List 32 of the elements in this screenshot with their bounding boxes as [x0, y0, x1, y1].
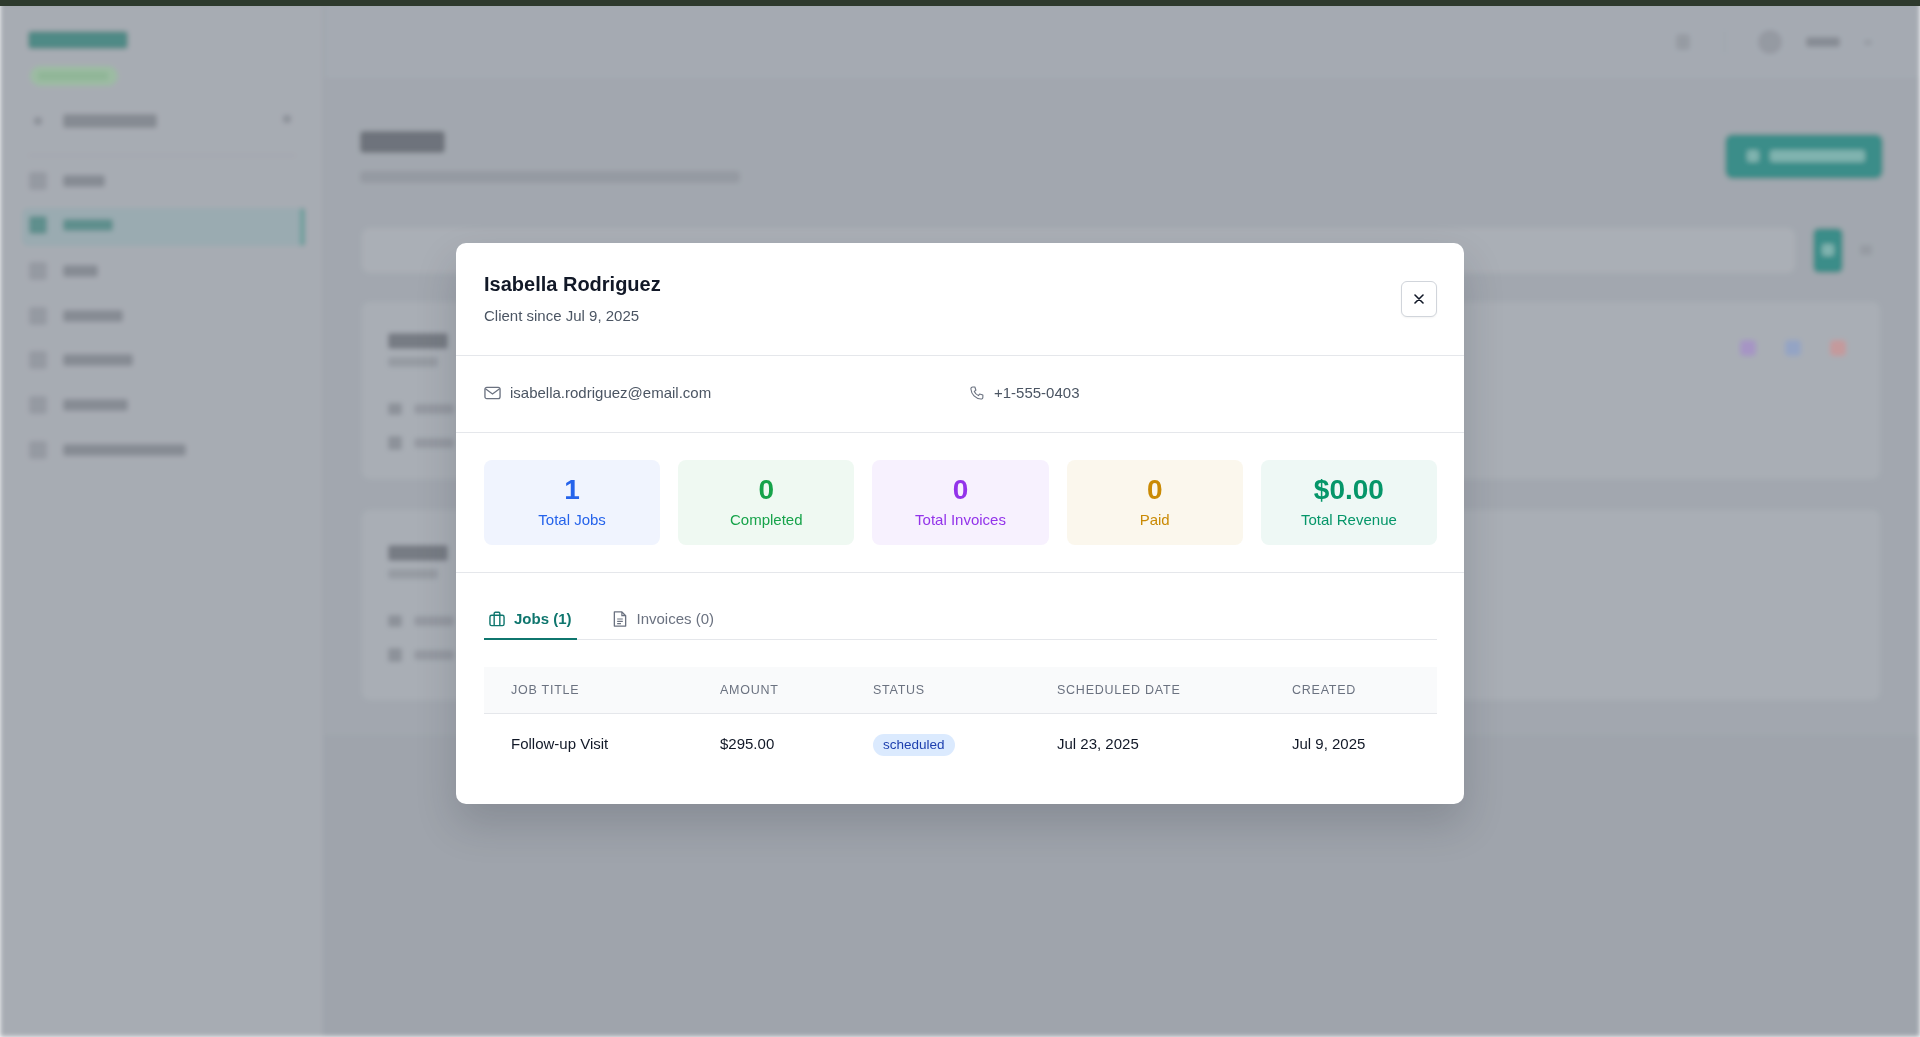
stat-label: Total Revenue — [1300, 510, 1397, 530]
stat-label: Total Invoices — [915, 510, 1006, 530]
column-header: JOB TITLE — [510, 682, 581, 697]
stat-label: Total Jobs — [538, 510, 606, 530]
stat-value: 0 — [758, 474, 775, 506]
date-cell: Jul 9, 2025 — [1292, 734, 1366, 752]
email-address: isabella.rodriguez@email.com — [510, 382, 712, 403]
date-cell: Jul 23, 2025 — [1057, 734, 1139, 752]
phone-number: +1-555-0403 — [994, 382, 1080, 403]
tab[interactable]: Jobs (1) — [484, 599, 577, 640]
amount-cell: $295.00 — [720, 734, 775, 752]
stat-label: Paid — [1139, 510, 1170, 530]
client-since-text: Client since Jul 9, 2025 — [484, 305, 641, 326]
status-badge: scheduled — [873, 734, 955, 756]
client-name-title: Isabella Rodriguez — [484, 271, 661, 297]
close-button[interactable] — [1401, 280, 1437, 317]
column-header: AMOUNT — [719, 682, 780, 697]
close-icon — [1414, 293, 1424, 304]
phone-icon — [968, 385, 985, 400]
stat-value: $0.00 — [1313, 474, 1384, 506]
stat-label: Completed — [730, 510, 803, 530]
column-header: CREATED — [1291, 682, 1358, 697]
briefcase-icon — [489, 610, 505, 627]
stat-value: 0 — [952, 474, 969, 506]
column-header: SCHEDULED DATE — [1056, 682, 1182, 697]
tab[interactable]: Invoices (0) — [606, 599, 720, 640]
email-icon — [484, 385, 501, 400]
job-title-cell: Follow-up Visit — [511, 734, 609, 752]
document-icon — [611, 610, 628, 627]
column-header: STATUS — [872, 682, 926, 697]
stat-value: 0 — [1146, 474, 1163, 506]
stat-value: 1 — [564, 474, 580, 506]
